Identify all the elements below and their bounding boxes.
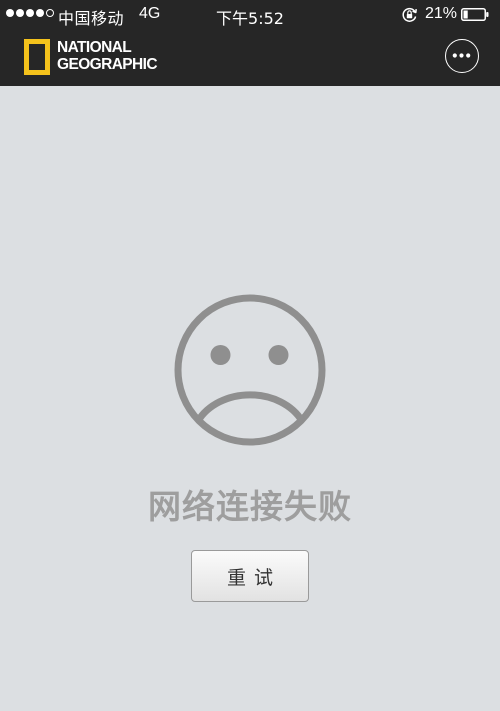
logo-line-2: GEOGRAPHIC: [57, 56, 158, 73]
retry-button[interactable]: 重试: [191, 550, 309, 602]
brand-logo-text: NATIONAL GEOGRAPHIC: [57, 39, 158, 73]
error-message: 网络连接失败: [148, 487, 352, 526]
more-options-button[interactable]: [445, 39, 479, 73]
nat-geo-logo-icon: [24, 39, 50, 75]
more-dots-icon: [452, 53, 471, 58]
app-screen: 中国移动 4G 下午5:52 21% NATIONAL GEOGRAPHIC 网…: [0, 0, 500, 711]
logo-line-1: NATIONAL: [57, 39, 132, 56]
battery-icon: [461, 8, 489, 21]
status-bar: 中国移动 4G 下午5:52 21%: [0, 0, 500, 30]
sad-face-icon: [174, 294, 326, 446]
rotation-lock-icon: [402, 7, 417, 22]
nav-bar: NATIONAL GEOGRAPHIC: [0, 30, 500, 86]
battery-percentage: 21%: [425, 5, 458, 22]
top-bar: 中国移动 4G 下午5:52 21% NATIONAL GEOGRAPHIC: [0, 0, 500, 86]
